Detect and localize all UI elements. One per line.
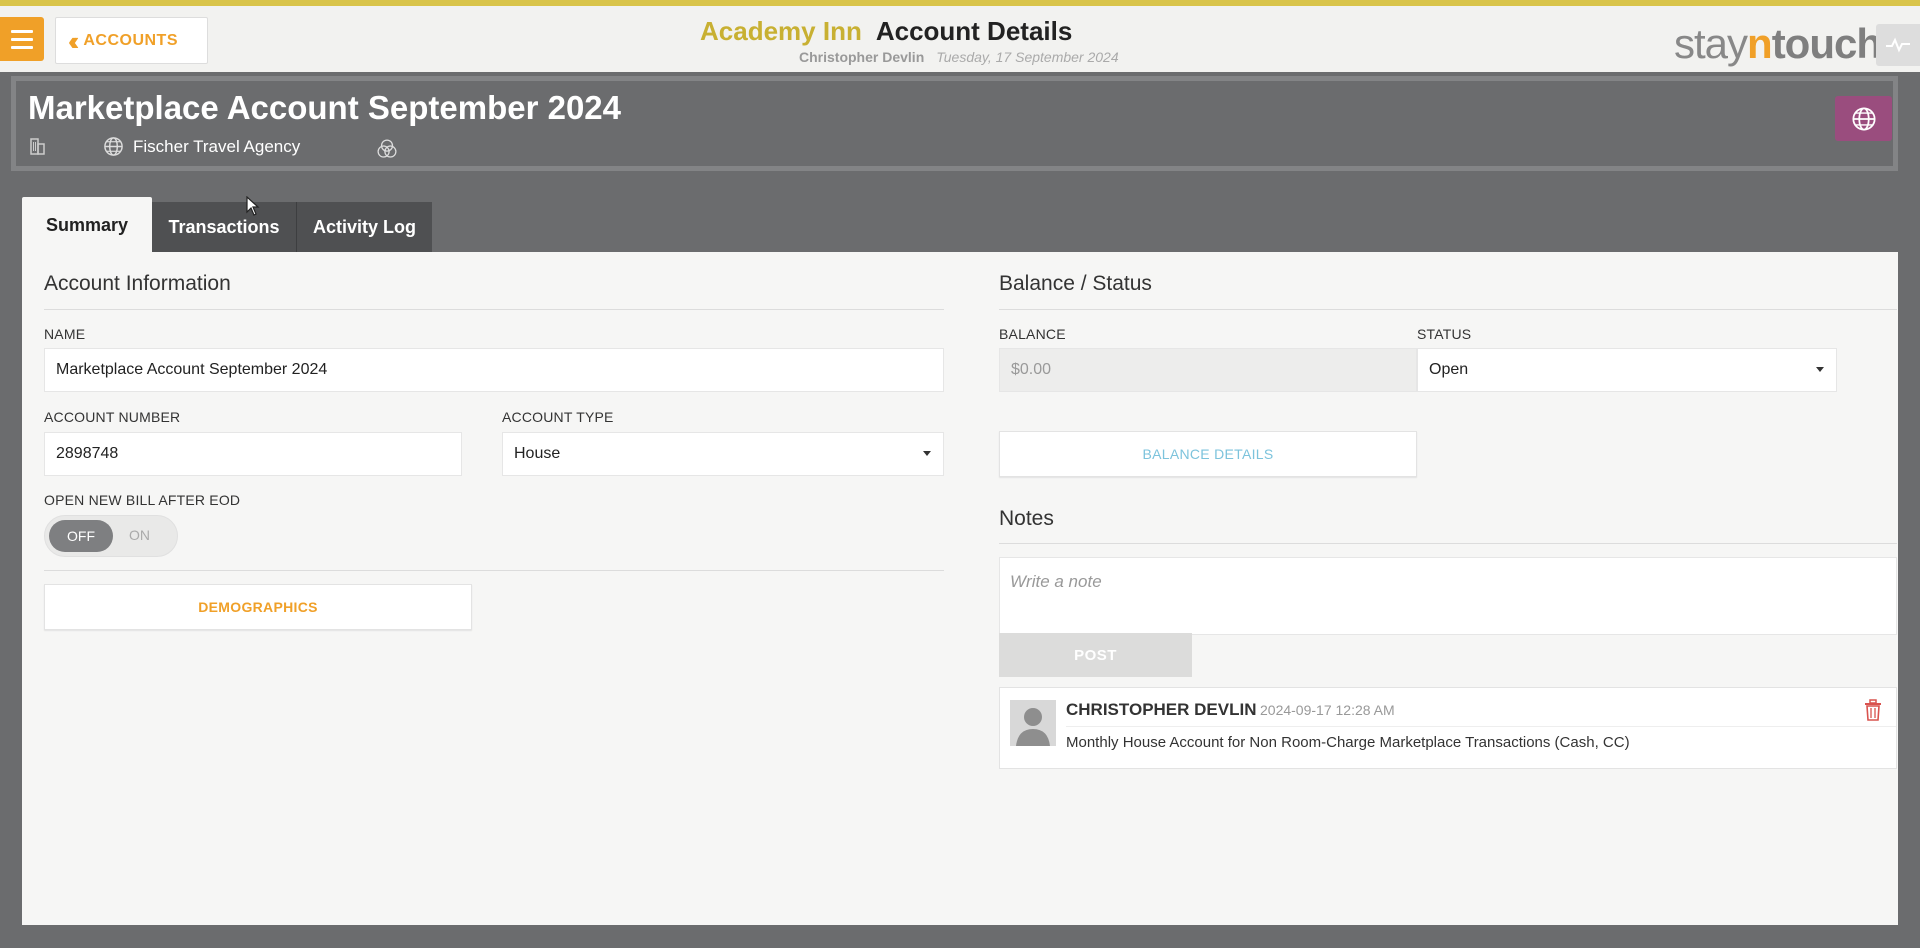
note-author: CHRISTOPHER DEVLIN xyxy=(1066,700,1257,719)
account-number-label: ACCOUNT NUMBER xyxy=(44,409,181,425)
hotel-name: Academy Inn xyxy=(700,16,862,46)
balance-details-button[interactable]: BALANCE DETAILS xyxy=(999,431,1417,477)
top-bar: ‹‹ ACCOUNTS Academy Inn Account Details C… xyxy=(0,0,1920,72)
hamburger-icon xyxy=(11,37,33,41)
balance-label: BALANCE xyxy=(999,326,1066,342)
back-to-accounts-button[interactable]: ‹‹ ACCOUNTS xyxy=(55,17,208,64)
page-title: Account Details xyxy=(875,16,1073,46)
company-icon[interactable] xyxy=(28,136,50,158)
trash-icon[interactable] xyxy=(1862,698,1886,724)
tab-summary[interactable]: Summary xyxy=(22,197,152,253)
caret-down-icon xyxy=(1816,367,1824,372)
notes-heading: Notes xyxy=(999,507,1054,530)
globe-icon xyxy=(1851,106,1876,131)
account-number-input[interactable]: 2898748 xyxy=(44,432,462,476)
account-type-label: ACCOUNT TYPE xyxy=(502,409,614,425)
account-header: Marketplace Account September 2024 Fisch… xyxy=(11,76,1898,171)
travel-agent-globe-icon xyxy=(103,136,125,158)
toggle-off-label: OFF xyxy=(49,520,113,552)
tab-transactions[interactable]: Transactions xyxy=(152,202,296,252)
business-date: Tuesday, 17 September 2024 xyxy=(936,49,1119,65)
open-bill-label: OPEN NEW BILL AFTER EOD xyxy=(44,492,241,508)
name-label: NAME xyxy=(44,326,86,342)
hamburger-icon xyxy=(11,45,33,49)
balance-status-heading: Balance / Status xyxy=(999,272,1152,295)
divider xyxy=(999,543,1897,544)
menu-button[interactable] xyxy=(0,17,44,61)
back-button-label: ACCOUNTS xyxy=(83,31,178,49)
pulse-button[interactable] xyxy=(1876,24,1920,66)
account-type-select[interactable]: House xyxy=(502,432,944,476)
note-timestamp: 2024-09-17 12:28 AM xyxy=(1260,702,1395,718)
globe-button[interactable] xyxy=(1835,96,1892,141)
account-name-input[interactable]: Marketplace Account September 2024 xyxy=(44,348,944,392)
avatar xyxy=(1010,700,1056,746)
summary-panel: Account Information NAME Marketplace Acc… xyxy=(22,252,1898,925)
page-header: Academy Inn Account Details Christopher D… xyxy=(700,16,1220,65)
group-circles-icon[interactable] xyxy=(376,136,398,158)
travel-agent-name[interactable]: Fischer Travel Agency xyxy=(133,137,300,157)
divider xyxy=(999,309,1897,310)
divider xyxy=(44,309,944,310)
status-select[interactable]: Open xyxy=(1417,348,1837,392)
note-text: Monthly House Account for Non Room-Charg… xyxy=(1066,734,1630,751)
divider xyxy=(1066,726,1896,727)
balance-value: $0.00 xyxy=(999,348,1417,392)
divider xyxy=(44,570,944,571)
toggle-on-label: ON xyxy=(129,527,150,543)
mouse-cursor-icon xyxy=(246,196,260,216)
note-item: CHRISTOPHER DEVLIN 2024-09-17 12:28 AM M… xyxy=(999,687,1897,769)
status-value: Open xyxy=(1429,361,1469,378)
open-bill-toggle[interactable]: OFF ON xyxy=(44,515,178,557)
double-chevron-left-icon: ‹‹ xyxy=(68,25,80,56)
account-information-heading: Account Information xyxy=(44,272,231,295)
account-title: Marketplace Account September 2024 xyxy=(28,89,622,126)
demographics-button[interactable]: DEMOGRAPHICS xyxy=(44,584,472,630)
tab-activity-log[interactable]: Activity Log xyxy=(296,202,432,252)
user-name: Christopher Devlin xyxy=(799,49,925,65)
hamburger-icon xyxy=(11,29,33,33)
post-note-button[interactable]: POST xyxy=(999,633,1192,677)
stayntouch-logo: stayntouch xyxy=(1674,20,1882,67)
pulse-icon xyxy=(1886,37,1910,53)
status-label: STATUS xyxy=(1417,326,1472,342)
account-type-value: House xyxy=(514,445,561,462)
caret-down-icon xyxy=(923,451,931,456)
note-input[interactable]: Write a note xyxy=(999,557,1897,635)
